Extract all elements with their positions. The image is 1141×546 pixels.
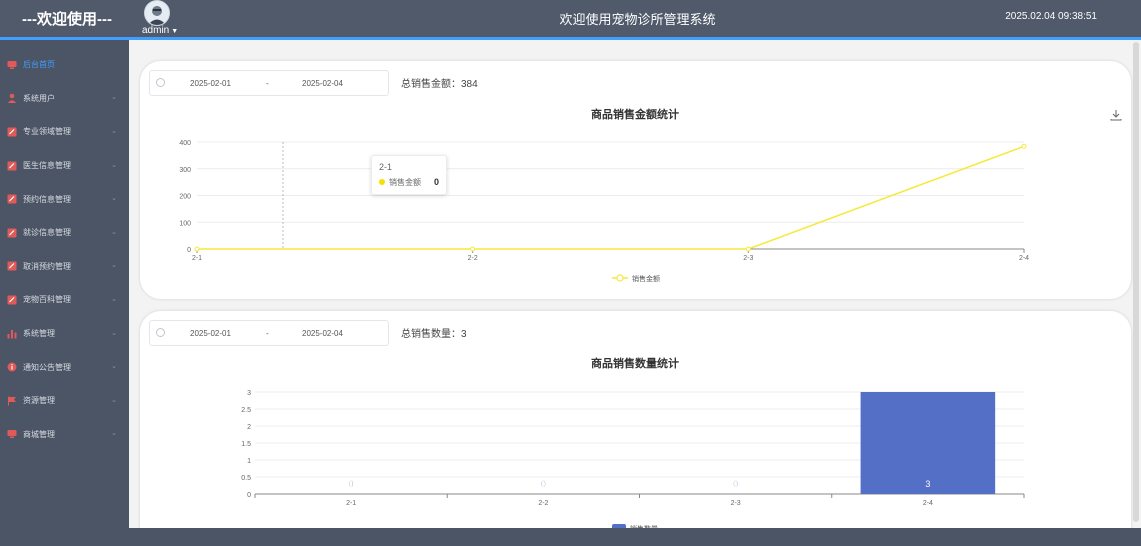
sidebar-item-7[interactable]: 宠物百科管理 ⌄ <box>0 283 129 317</box>
x-tick-label: 2-3 <box>743 255 753 262</box>
y-tick-label: 0 <box>247 492 251 499</box>
scrollbar[interactable] <box>1133 42 1139 522</box>
chevron-down-icon: ⌄ <box>111 329 117 337</box>
legend-label: 销售金额 <box>632 274 660 283</box>
y-tick-label: 0.5 <box>241 475 251 482</box>
y-tick-label: 300 <box>179 167 191 174</box>
sidebar-item-label: 预约信息管理 <box>23 194 71 204</box>
y-tick-label: 1 <box>247 458 251 465</box>
top-header: ---欢迎使用--- admin ▼ 欢迎使用宠物诊所管理系统 2025.02.0… <box>0 0 1141 40</box>
data-point <box>194 246 200 252</box>
y-tick-label: 400 <box>179 140 191 147</box>
edit-icon <box>7 127 17 137</box>
main-content: 2025-02-01 - 2025-02-04 总销售金额：384 商品销售金额… <box>129 40 1141 528</box>
x-tick-label: 2-3 <box>731 500 741 507</box>
legend-marker <box>616 274 624 282</box>
sidebar-item-9[interactable]: 通知公告管理 ⌄ <box>0 350 129 384</box>
info-icon <box>7 362 17 372</box>
monitor-icon <box>7 429 17 439</box>
sidebar-item-3[interactable]: 医生信息管理 ⌄ <box>0 149 129 183</box>
data-label: 0 <box>733 479 738 489</box>
bar-chart-icon <box>7 329 17 339</box>
chart-title: 商品销售数量统计 <box>591 356 679 370</box>
data-point <box>470 246 476 252</box>
chevron-down-icon: ⌄ <box>111 262 117 270</box>
x-tick-label: 2-4 <box>923 500 933 507</box>
quantity-bar-chart: 商品销售数量统计00.511.522.532-102-202-302-43销售数… <box>241 356 1025 528</box>
system-title: 欢迎使用宠物诊所管理系统 <box>559 12 716 27</box>
chevron-down-icon: ⌄ <box>111 430 117 438</box>
y-tick-label: 2.5 <box>241 407 251 414</box>
sidebar-item-11[interactable]: 商城管理 ⌄ <box>0 418 129 452</box>
sidebar-item-2[interactable]: 专业领域管理 ⌄ <box>0 115 129 149</box>
chevron-down-icon: ⌄ <box>111 396 117 404</box>
chevron-down-icon: ⌄ <box>111 195 117 203</box>
amount-panel: 2025-02-01 - 2025-02-04 总销售金额：384 商品销售金额… <box>139 60 1132 300</box>
data-label: 3 <box>925 479 930 489</box>
sidebar-item-label: 专业领域管理 <box>23 127 71 137</box>
sidebar: 后台首页 系统用户 ⌄ 专业领域管理 ⌄ 医生信息管理 ⌄ 预约信息管理 ⌄ 就诊信息管理 ⌄ 取消预… <box>0 40 129 528</box>
flag-icon <box>7 396 17 406</box>
sidebar-item-1[interactable]: 系统用户 ⌄ <box>0 82 129 116</box>
sidebar-item-label: 就诊信息管理 <box>23 228 71 238</box>
x-tick-label: 2-2 <box>468 255 478 262</box>
sidebar-item-label: 后台首页 <box>23 60 55 70</box>
datetime: 2025.02.04 09:38:51 <box>1005 11 1097 22</box>
sidebar-item-4[interactable]: 预约信息管理 ⌄ <box>0 182 129 216</box>
series-line <box>197 145 1025 250</box>
data-point <box>1021 143 1027 149</box>
sidebar-item-label: 取消预约管理 <box>23 261 71 271</box>
sidebar-item-label: 系统用户 <box>23 93 55 103</box>
edit-icon <box>7 228 17 238</box>
sidebar-item-0[interactable]: 后台首页 <box>0 48 129 82</box>
data-label: 0 <box>541 479 546 489</box>
bottom-bar <box>0 528 1141 546</box>
data-label: 0 <box>349 479 354 489</box>
monitor-icon <box>7 60 17 70</box>
chart-title: 商品销售金额统计 <box>591 107 679 121</box>
tooltip-value: 0 <box>433 177 439 187</box>
y-tick-label: 3 <box>247 390 251 397</box>
x-tick-label: 2-2 <box>538 500 548 507</box>
x-tick-label: 2-1 <box>192 255 202 262</box>
chevron-down-icon: ⌄ <box>111 296 117 304</box>
edit-icon <box>7 194 17 204</box>
tooltip-marker <box>379 179 385 185</box>
chevron-down-icon: ⌄ <box>111 128 117 136</box>
edit-icon <box>7 161 17 171</box>
data-point <box>745 246 751 252</box>
chevron-down-icon: ⌄ <box>111 161 117 169</box>
tooltip-series: 销售金额 <box>389 178 421 187</box>
sidebar-item-label: 通知公告管理 <box>23 362 71 372</box>
sidebar-item-label: 宠物百科管理 <box>23 295 71 305</box>
sidebar-item-label: 资源管理 <box>23 396 55 406</box>
edit-icon <box>7 261 17 271</box>
sidebar-menu: 后台首页 系统用户 ⌄ 专业领域管理 ⌄ 医生信息管理 ⌄ 预约信息管理 ⌄ 就诊信息管理 ⌄ 取消预… <box>0 40 129 451</box>
chevron-down-icon: ⌄ <box>111 363 117 371</box>
y-tick-label: 1.5 <box>241 441 251 448</box>
sidebar-item-5[interactable]: 就诊信息管理 ⌄ <box>0 216 129 250</box>
y-tick-label: 2 <box>247 424 251 431</box>
chevron-down-icon: ⌄ <box>111 94 117 102</box>
user-icon <box>7 93 17 104</box>
y-tick-label: 0 <box>187 247 191 254</box>
sidebar-item-label: 商城管理 <box>23 429 55 439</box>
caret-down-icon: ▼ <box>171 28 179 35</box>
edit-icon <box>7 295 17 305</box>
x-tick-label: 2-4 <box>1019 255 1029 262</box>
amount-line-chart: 商品销售金额统计 0 100 200 300 400 2-1 2-2 2-3 2-4 销售金额 <box>179 107 1029 283</box>
sidebar-item-8[interactable]: 系统管理 ⌄ <box>0 317 129 351</box>
chart-tooltip: 2-1 销售金额 0 <box>371 155 447 195</box>
sidebar-item-6[interactable]: 取消预约管理 ⌄ <box>0 250 129 284</box>
y-tick-label: 200 <box>179 194 191 201</box>
tooltip-title: 2-1 <box>379 162 393 172</box>
x-tick-label: 2-1 <box>346 500 356 507</box>
sidebar-item-10[interactable]: 资源管理 ⌄ <box>0 384 129 418</box>
chevron-down-icon: ⌄ <box>111 228 117 236</box>
sidebar-item-label: 系统管理 <box>23 329 55 339</box>
sidebar-item-label: 医生信息管理 <box>23 161 71 171</box>
y-tick-label: 100 <box>179 220 191 227</box>
quantity-panel: 2025-02-01 - 2025-02-04 总销售数量：3 商品销售数量统计… <box>139 310 1132 528</box>
